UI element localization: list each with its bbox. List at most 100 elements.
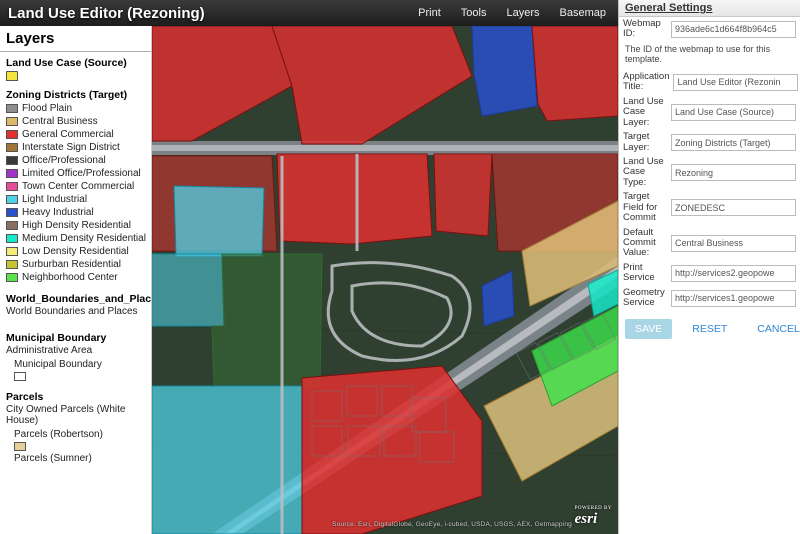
webmap-desc: The ID of the webmap to use for this tem…: [619, 42, 800, 70]
header-menu: Print Tools Layers Basemap: [418, 7, 618, 19]
input-print-service[interactable]: [671, 265, 796, 282]
legend-label: Office/Professional: [22, 155, 106, 166]
group-target-title[interactable]: Zoning Districts (Target): [0, 86, 151, 102]
swatch-icon: [6, 195, 18, 204]
settings-panel: General Settings Webmap ID: The ID of th…: [618, 0, 800, 534]
muni-sub2-row: Municipal Boundary: [0, 358, 151, 371]
muni-sub2: Municipal Boundary: [14, 359, 102, 370]
input-luc-type[interactable]: [671, 164, 796, 181]
swatch-icon: [6, 234, 18, 243]
parcels-sub2: Parcels (Robertson): [14, 429, 103, 440]
label-default-commit: Default Commit Value:: [623, 228, 667, 259]
menu-print[interactable]: Print: [418, 7, 441, 19]
map-attribution: Source: Esri, DigitalGlobe, GeoEye, i-cu…: [332, 521, 572, 528]
swatch-icon: [6, 156, 18, 165]
legend-label: Low Density Residential: [22, 246, 129, 257]
label-app-title: Application Title:: [623, 72, 669, 93]
legend-item: General Commercial: [0, 128, 151, 141]
legend-item: Flood Plain: [0, 102, 151, 115]
legend-item: Neighborhood Center: [0, 271, 151, 284]
parcels-sub1: City Owned Parcels (White House): [0, 404, 151, 428]
save-button[interactable]: SAVE: [625, 319, 672, 339]
legend-item: High Density Residential: [0, 219, 151, 232]
legend-label: High Density Residential: [22, 220, 131, 231]
row-geom-service: Geometry Service: [619, 286, 800, 311]
legend-label: Town Center Commercial: [22, 181, 134, 192]
legend-label: Heavy Industrial: [22, 207, 94, 218]
parcels-swatch1: [0, 441, 151, 452]
reset-button[interactable]: RESET: [682, 319, 737, 339]
map-svg: [152, 26, 618, 534]
layers-panel: Layers Land Use Case (Source) Zoning Dis…: [0, 26, 152, 534]
menu-basemap[interactable]: Basemap: [560, 7, 606, 19]
row-target-layer: Target Layer:: [619, 130, 800, 155]
group-source-title[interactable]: Land Use Case (Source): [0, 54, 151, 70]
settings-buttons: SAVE RESET CANCEL: [619, 311, 800, 347]
legend-label: General Commercial: [22, 129, 114, 140]
group-boundaries-title[interactable]: World_Boundaries_and_Places: [0, 290, 151, 306]
input-target-field[interactable]: [671, 199, 796, 216]
label-luc-layer: Land Use Case Layer:: [623, 97, 667, 128]
row-app-title: Application Title:: [619, 70, 800, 95]
swatch-icon: [6, 104, 18, 113]
swatch-icon: [6, 169, 18, 178]
group-parcels-title[interactable]: Parcels: [0, 388, 151, 404]
row-print-service: Print Service: [619, 261, 800, 286]
input-geom-service[interactable]: [671, 290, 796, 307]
legend-item: Heavy Industrial: [0, 206, 151, 219]
legend-label: Neighborhood Center: [22, 272, 118, 283]
menu-layers[interactable]: Layers: [506, 7, 539, 19]
swatch-icon: [6, 130, 18, 139]
legend-label: Surburban Residential: [22, 259, 121, 270]
settings-title: General Settings: [619, 0, 800, 17]
legend-label: Interstate Sign District: [22, 142, 120, 153]
legend-item: Town Center Commercial: [0, 180, 151, 193]
row-target-field: Target Field for Commit: [619, 190, 800, 225]
legend-label: Flood Plain: [22, 103, 72, 114]
label-target-field: Target Field for Commit: [623, 192, 667, 223]
parcels-sub3-row: Parcels (Sumner): [0, 452, 151, 465]
label-webmap-id: Webmap ID:: [623, 19, 667, 40]
legend-item: Light Industrial: [0, 193, 151, 206]
legend-item: Low Density Residential: [0, 245, 151, 258]
menu-tools[interactable]: Tools: [461, 7, 487, 19]
swatch-icon: [6, 221, 18, 230]
muni-sub1: Administrative Area: [0, 345, 151, 358]
label-print-service: Print Service: [623, 263, 667, 284]
legend-label: Light Industrial: [22, 194, 87, 205]
legend-item: Central Business: [0, 115, 151, 128]
parcels-sub3: Parcels (Sumner): [14, 453, 92, 464]
swatch-icon: [6, 247, 18, 256]
row-webmap-id: Webmap ID:: [619, 17, 800, 42]
swatch-icon: [6, 143, 18, 152]
label-geom-service: Geometry Service: [623, 288, 667, 309]
swatch-icon: [6, 182, 18, 191]
source-swatch-row: [0, 70, 151, 82]
app-header: Land Use Editor (Rezoning) Print Tools L…: [0, 0, 618, 26]
input-luc-layer[interactable]: [671, 104, 796, 121]
swatch-icon: [6, 260, 18, 269]
legend-item: Office/Professional: [0, 154, 151, 167]
map-view[interactable]: Source: Esri, DigitalGlobe, GeoEye, i-cu…: [152, 26, 618, 534]
layers-title: Layers: [0, 26, 151, 49]
input-target-layer[interactable]: [671, 134, 796, 151]
swatch-icon: [6, 273, 18, 282]
input-default-commit[interactable]: [671, 235, 796, 252]
cancel-button[interactable]: CANCEL: [747, 319, 800, 339]
legend-item: Interstate Sign District: [0, 141, 151, 154]
input-webmap-id[interactable]: [671, 21, 796, 38]
group-muni-title[interactable]: Municipal Boundary: [0, 329, 151, 345]
row-default-commit: Default Commit Value:: [619, 226, 800, 261]
legend-label: Central Business: [22, 116, 98, 127]
row-luc-layer: Land Use Case Layer:: [619, 95, 800, 130]
esri-logo: POWERED BY esri: [575, 506, 612, 528]
legend-item: Medium Density Residential: [0, 232, 151, 245]
input-app-title[interactable]: [673, 74, 798, 91]
parcels-sub2-row: Parcels (Robertson): [0, 428, 151, 441]
group-boundaries-sub: World Boundaries and Places: [0, 306, 151, 319]
folder-icon: [6, 71, 18, 81]
legend-item: Limited Office/Professional: [0, 167, 151, 180]
label-target-layer: Target Layer:: [623, 132, 667, 153]
esri-text: esri: [575, 511, 598, 527]
swatch-icon: [6, 117, 18, 126]
